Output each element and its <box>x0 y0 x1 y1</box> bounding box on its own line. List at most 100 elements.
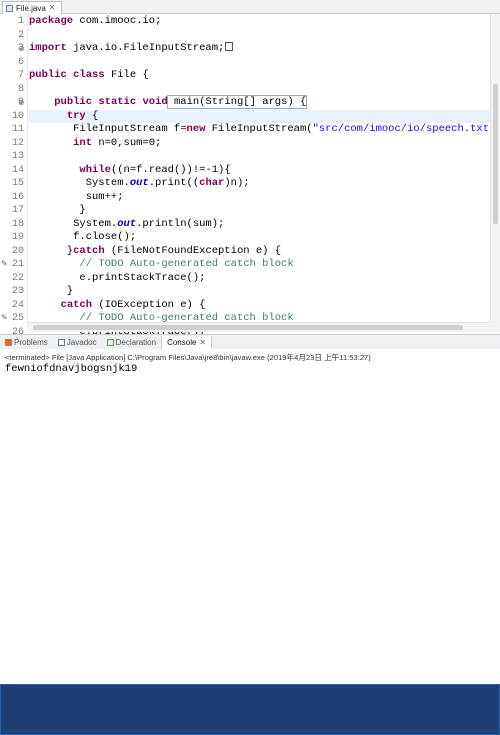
editor-tab-label: File.java <box>16 3 46 13</box>
code-token: out <box>117 217 137 230</box>
code-token: FileInputStream f= <box>29 123 187 135</box>
code-token: public <box>29 69 67 81</box>
code-line[interactable]: int n=0,sum=0; <box>29 137 500 150</box>
line-number: 18 <box>11 218 24 230</box>
close-icon[interactable]: ✕ <box>49 4 56 12</box>
code-token: catch <box>73 244 105 257</box>
line-number: 10 <box>11 110 24 122</box>
scroll-thumb[interactable] <box>33 325 463 330</box>
code-token: package <box>29 15 74 27</box>
code-token: out <box>129 177 149 189</box>
console-view[interactable]: <terminated> File [Java Application] C:\… <box>0 349 500 400</box>
code-token: (FileNotFoundException e) { <box>104 244 282 257</box>
code-line[interactable] <box>29 150 500 163</box>
code-line[interactable]: FileInputStream f=new FileInputStream("s… <box>29 123 500 136</box>
tab-problems[interactable]: Problems <box>0 336 53 349</box>
code-token: int <box>73 136 93 149</box>
code-line[interactable] <box>29 56 500 69</box>
fold-toggle-icon[interactable]: ⊕ <box>18 98 25 107</box>
code-line[interactable]: catch (IOException e) { <box>29 299 500 312</box>
code-line[interactable]: System.out.print((char)n); <box>29 177 500 190</box>
code-token: main(String[] args) { <box>166 95 308 109</box>
editor-tab-file-java[interactable]: File.java ✕ <box>2 1 62 14</box>
line-number-gutter: 1 2 3 ⊕ 6 7 8 9 ⊕ 10 11 12 13 14 15 16 17 18 19 20 21 ✎ 22 23 24… <box>0 14 28 392</box>
code-line[interactable]: sum++; <box>29 191 500 204</box>
code-token: void <box>142 96 168 108</box>
code-token: FileInputStream( <box>205 123 313 135</box>
code-line[interactable]: } <box>29 285 500 298</box>
code-token: try <box>66 109 86 122</box>
console-status: <terminated> File [Java Application] C:\… <box>5 353 371 362</box>
javadoc-icon <box>57 338 65 346</box>
code-token: .println(sum); <box>136 217 225 230</box>
problems-icon <box>5 338 12 346</box>
code-line[interactable]: // TODO Auto-generated catch block <box>29 258 500 271</box>
line-number: 14 <box>11 164 24 176</box>
code-token: while <box>79 163 111 176</box>
line-number: 8 <box>17 83 24 95</box>
code-line[interactable]: package com.imooc.io; <box>29 15 500 28</box>
code-token: n=0,sum=0; <box>92 136 162 149</box>
tab-label: Problems <box>14 337 48 347</box>
code-line[interactable] <box>29 83 500 96</box>
line-number: 11 <box>11 124 24 135</box>
code-token: static <box>98 96 137 108</box>
scroll-thumb[interactable] <box>493 84 498 224</box>
code-line[interactable]: public static void main(String[] args) { <box>29 95 500 109</box>
line-number: 1 <box>17 16 24 27</box>
code-token: e.printStackTrace(); <box>29 271 206 284</box>
code-editor[interactable]: 1 2 3 ⊕ 6 7 8 9 ⊕ 10 11 12 13 14 15 16 17 18 19 20 21 ✎ 22 23 24… <box>0 14 500 392</box>
line-number: 15 <box>11 178 24 189</box>
code-line[interactable]: try { <box>29 109 500 123</box>
code-token: ((n=f.read())!=-1){ <box>110 163 231 176</box>
tab-console[interactable]: Console ✕ <box>0 335 500 735</box>
code-line[interactable]: import java.io.FileInputStream; <box>29 42 500 55</box>
line-number: 7 <box>17 70 24 81</box>
line-number: 19 <box>11 232 24 243</box>
code-token: } <box>29 285 74 297</box>
code-line[interactable]: while((n=f.read())!=-1){ <box>29 164 500 177</box>
code-area[interactable]: package com.imooc.io; import java.io.File… <box>29 14 500 378</box>
code-token: class <box>73 69 105 81</box>
code-line[interactable]: } <box>29 204 500 217</box>
code-token: "src/com/imooc/io/speech.txt" <box>312 123 496 135</box>
code-line[interactable] <box>29 29 500 42</box>
line-number: 2 <box>17 29 24 41</box>
code-line[interactable]: f.close(); <box>29 231 500 244</box>
code-token: sum++; <box>29 190 124 203</box>
line-number: 20 <box>11 245 24 257</box>
code-token: { <box>85 109 99 122</box>
tab-label: Javadoc <box>66 337 97 347</box>
code-token: System. <box>29 177 130 189</box>
code-line[interactable]: System.out.println(sum); <box>29 218 500 231</box>
code-token: char <box>199 177 225 189</box>
tab-declaration[interactable]: Declaration <box>102 336 161 349</box>
bottom-view-tabs: Problems Javadoc Declaration Console ✕ <box>0 334 500 735</box>
task-marker-icon[interactable]: ✎ <box>1 314 8 322</box>
code-line[interactable]: public class File { <box>29 69 500 82</box>
close-icon[interactable]: ✕ <box>199 338 206 347</box>
code-token: java.io.FileInputStream; <box>66 42 225 54</box>
code-token: // TODO Auto-generated catch block <box>79 258 294 270</box>
code-token: import <box>29 42 67 54</box>
vertical-scrollbar[interactable] <box>490 14 500 332</box>
horizontal-scrollbar[interactable] <box>27 322 491 332</box>
tab-label: Console <box>167 337 197 347</box>
tab-javadoc[interactable]: Javadoc <box>53 336 102 349</box>
code-line[interactable]: }catch (FileNotFoundException e) { <box>29 245 500 258</box>
code-token: public <box>54 96 93 108</box>
folded-imports-icon[interactable] <box>225 42 234 51</box>
task-marker-icon[interactable]: ✎ <box>1 260 8 268</box>
code-token: new <box>186 123 206 135</box>
code-token: File { <box>104 69 149 81</box>
line-number: 22 <box>11 272 24 284</box>
decl-icon <box>106 338 114 346</box>
code-token: )n); <box>224 177 250 189</box>
fold-toggle-icon[interactable]: ⊕ <box>18 44 25 53</box>
code-line[interactable]: e.printStackTrace(); <box>29 272 500 285</box>
